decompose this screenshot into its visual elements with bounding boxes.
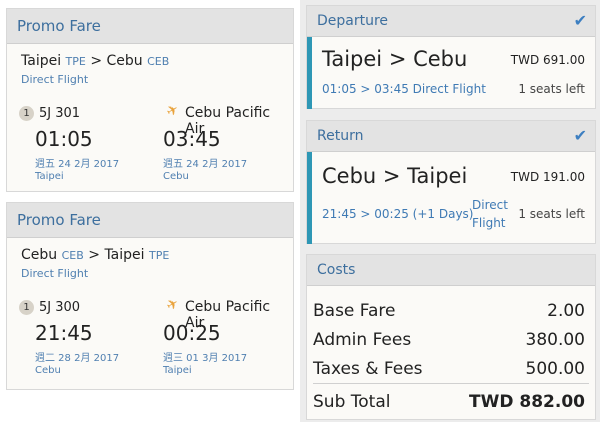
arrive-city: Cebu [163, 171, 189, 182]
depart-time: 01:05 [35, 127, 93, 151]
departure-route: Taipei > Cebu [322, 47, 468, 71]
subtotal-value: TWD 882.00 [469, 392, 585, 412]
costs-divider [313, 383, 589, 384]
from-city: Cebu [21, 247, 58, 263]
direct-line-2: Flight [472, 216, 506, 230]
return-summary-card[interactable]: Return ✔ Cebu > Taipei TWD 191.00 21:45 … [306, 120, 596, 244]
departure-title: Departure [317, 13, 389, 29]
departure-summary-body: Taipei > Cebu TWD 691.00 01:05 > 03:45 D… [307, 37, 595, 109]
to-code: CEB [147, 55, 170, 68]
direct-flight-label: Direct Flight [21, 267, 89, 280]
arrive-date: 週三 01 3月 2017 [163, 353, 248, 364]
cost-value: 380.00 [525, 330, 585, 350]
return-times: 21:45 > 00:25 (+1 Days) [322, 207, 474, 221]
return-route: Cebu > Taipei [322, 164, 468, 188]
return-flight-card: Promo Fare Cebu CEB > Taipei TPE Direct … [6, 202, 294, 390]
departure-summary-card[interactable]: Departure ✔ Taipei > Cebu TWD 691.00 01:… [306, 5, 596, 109]
return-header: Return ✔ [307, 121, 595, 152]
route-line: Cebu CEB > Taipei TPE [21, 247, 169, 263]
cost-row-admin-fees: Admin Fees 380.00 [313, 330, 585, 350]
arrive-time: 00:25 [163, 321, 221, 345]
depart-date: 週二 28 2月 2017 [35, 353, 120, 364]
return-seats-left: 1 seats left [518, 207, 585, 221]
depart-date: 週五 24 2月 2017 [35, 159, 120, 170]
departure-times: 01:05 > 03:45 Direct Flight [322, 82, 486, 96]
cost-row-base-fare: Base Fare 2.00 [313, 301, 585, 321]
fare-type-header: Promo Fare [7, 203, 293, 238]
costs-header: Costs [307, 255, 595, 286]
subtotal-row: Sub Total TWD 882.00 [313, 392, 585, 412]
subtotal-label: Sub Total [313, 392, 391, 412]
check-icon: ✔ [573, 126, 587, 145]
to-city: Cebu [106, 53, 143, 69]
cost-label: Taxes & Fees [313, 359, 423, 379]
from-city: Taipei [21, 53, 62, 69]
cost-value: 2.00 [547, 301, 585, 321]
departure-price: TWD 691.00 [510, 53, 585, 67]
plane-icon: ✈ [163, 101, 182, 121]
plane-icon: ✈ [163, 295, 182, 315]
departure-header: Departure ✔ [307, 6, 595, 37]
return-price: TWD 191.00 [510, 170, 585, 184]
cost-value: 500.00 [525, 359, 585, 379]
to-city: Taipei [104, 247, 145, 263]
outbound-flight-card: Promo Fare Taipei TPE > Cebu CEB Direct … [6, 8, 294, 192]
costs-card: Costs Base Fare 2.00 Admin Fees 380.00 T… [306, 254, 596, 420]
arrive-time: 03:45 [163, 127, 221, 151]
arrive-city: Taipei [163, 365, 192, 376]
depart-time: 21:45 [35, 321, 93, 345]
cost-label: Base Fare [313, 301, 396, 321]
depart-city: Cebu [35, 365, 61, 376]
return-direct-flight-label: Direct Flight [472, 196, 508, 232]
flight-details-column: Promo Fare Taipei TPE > Cebu CEB Direct … [0, 0, 300, 422]
segment-number-badge: 1 [19, 300, 34, 315]
flight-number: 5J 300 [39, 300, 81, 315]
cost-row-taxes-fees: Taxes & Fees 500.00 [313, 359, 585, 379]
return-summary-body: Cebu > Taipei TWD 191.00 21:45 > 00:25 (… [307, 152, 595, 244]
segment-number-badge: 1 [19, 106, 34, 121]
direct-flight-label: Direct Flight [21, 73, 89, 86]
booking-summary-column: Departure ✔ Taipei > Cebu TWD 691.00 01:… [300, 0, 600, 422]
depart-city: Taipei [35, 171, 64, 182]
route-arrow: > [88, 247, 100, 263]
cost-label: Admin Fees [313, 330, 412, 350]
route-line: Taipei TPE > Cebu CEB [21, 53, 169, 69]
route-arrow: > [90, 53, 103, 69]
check-icon: ✔ [573, 11, 587, 30]
direct-line-1: Direct [472, 198, 508, 212]
to-code: TPE [148, 249, 170, 262]
departure-seats-left: 1 seats left [518, 82, 585, 96]
from-code: CEB [61, 249, 84, 262]
arrive-date: 週五 24 2月 2017 [163, 159, 248, 170]
fare-type-header: Promo Fare [7, 9, 293, 44]
flight-number: 5J 301 [39, 106, 81, 121]
return-title: Return [317, 128, 364, 144]
from-code: TPE [65, 55, 86, 68]
